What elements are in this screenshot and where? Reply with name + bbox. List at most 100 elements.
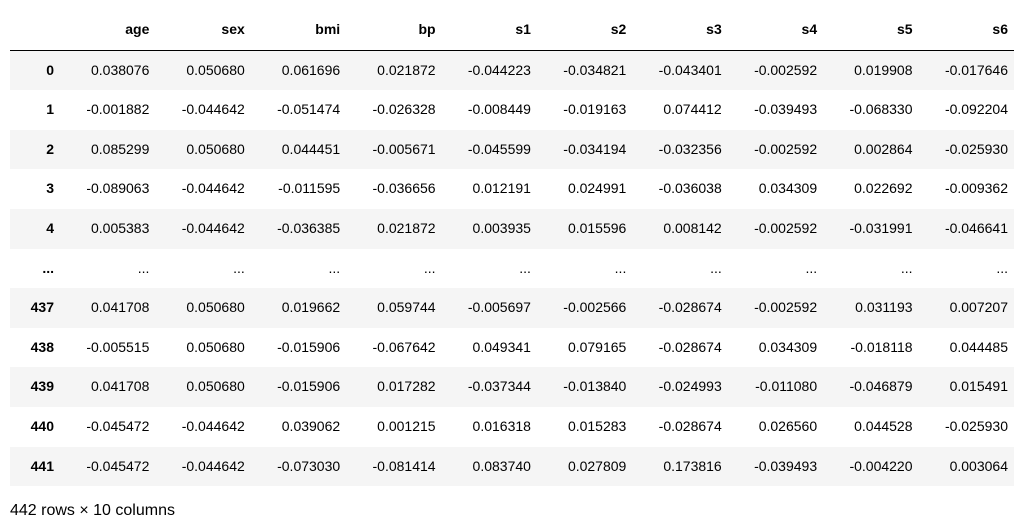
table-row: 437 0.041708 0.050680 0.019662 0.059744 … bbox=[10, 288, 1014, 328]
cell: -0.026328 bbox=[346, 90, 441, 130]
cell: -0.067642 bbox=[346, 328, 441, 368]
shape-summary: 442 rows × 10 columns bbox=[10, 502, 1014, 520]
cell: -0.045599 bbox=[442, 130, 537, 170]
cell: 0.050680 bbox=[155, 50, 250, 90]
table-row: 0 0.038076 0.050680 0.061696 0.021872 -0… bbox=[10, 50, 1014, 90]
cell: -0.037344 bbox=[442, 367, 537, 407]
cell: 0.019908 bbox=[823, 50, 918, 90]
col-header: s1 bbox=[442, 10, 537, 50]
cell: 0.049341 bbox=[442, 328, 537, 368]
cell: 0.085299 bbox=[60, 130, 155, 170]
cell: -0.015906 bbox=[251, 328, 346, 368]
cell: -0.011595 bbox=[251, 169, 346, 209]
cell: -0.036656 bbox=[346, 169, 441, 209]
cell: 0.003064 bbox=[919, 447, 1014, 487]
table-row: 4 0.005383 -0.044642 -0.036385 0.021872 … bbox=[10, 209, 1014, 249]
row-index: 440 bbox=[10, 407, 60, 447]
cell: 0.050680 bbox=[155, 367, 250, 407]
row-index: 0 bbox=[10, 50, 60, 90]
cell: -0.051474 bbox=[251, 90, 346, 130]
table-row: 440 -0.045472 -0.044642 0.039062 0.00121… bbox=[10, 407, 1014, 447]
col-header: sex bbox=[155, 10, 250, 50]
cell: -0.004220 bbox=[823, 447, 918, 487]
cell: 0.044451 bbox=[251, 130, 346, 170]
cell: -0.031991 bbox=[823, 209, 918, 249]
cell: -0.001882 bbox=[60, 90, 155, 130]
cell: 0.074412 bbox=[632, 90, 727, 130]
cell: 0.041708 bbox=[60, 367, 155, 407]
cell: -0.044642 bbox=[155, 407, 250, 447]
cell: -0.034194 bbox=[537, 130, 632, 170]
cell: -0.046879 bbox=[823, 367, 918, 407]
cell: -0.039493 bbox=[728, 90, 823, 130]
cell: 0.024991 bbox=[537, 169, 632, 209]
cell: 0.017282 bbox=[346, 367, 441, 407]
cell: 0.041708 bbox=[60, 288, 155, 328]
cell: -0.005697 bbox=[442, 288, 537, 328]
cell: -0.002592 bbox=[728, 209, 823, 249]
cell: 0.021872 bbox=[346, 50, 441, 90]
cell: ... bbox=[728, 249, 823, 289]
cell: -0.092204 bbox=[919, 90, 1014, 130]
cell: -0.044642 bbox=[155, 169, 250, 209]
cell: 0.005383 bbox=[60, 209, 155, 249]
cell: 0.173816 bbox=[632, 447, 727, 487]
cell: 0.015283 bbox=[537, 407, 632, 447]
cell: -0.019163 bbox=[537, 90, 632, 130]
cell: -0.018118 bbox=[823, 328, 918, 368]
cell: -0.044642 bbox=[155, 447, 250, 487]
cell: -0.008449 bbox=[442, 90, 537, 130]
cell: -0.002592 bbox=[728, 50, 823, 90]
col-header: bp bbox=[346, 10, 441, 50]
cell: -0.046641 bbox=[919, 209, 1014, 249]
cell: -0.028674 bbox=[632, 288, 727, 328]
cell: -0.045472 bbox=[60, 407, 155, 447]
cell: ... bbox=[251, 249, 346, 289]
col-header: s6 bbox=[919, 10, 1014, 50]
cell: 0.001215 bbox=[346, 407, 441, 447]
cell: 0.016318 bbox=[442, 407, 537, 447]
cell: -0.044642 bbox=[155, 209, 250, 249]
cell: 0.015491 bbox=[919, 367, 1014, 407]
row-index: 439 bbox=[10, 367, 60, 407]
cell: -0.013840 bbox=[537, 367, 632, 407]
cell: 0.027809 bbox=[537, 447, 632, 487]
table-row: 441 -0.045472 -0.044642 -0.073030 -0.081… bbox=[10, 447, 1014, 487]
cell: -0.002592 bbox=[728, 288, 823, 328]
table-body: 0 0.038076 0.050680 0.061696 0.021872 -0… bbox=[10, 50, 1014, 486]
header-row: age sex bmi bp s1 s2 s3 s4 s5 s6 bbox=[10, 10, 1014, 50]
cell: -0.034821 bbox=[537, 50, 632, 90]
cell: 0.012191 bbox=[442, 169, 537, 209]
cell: -0.044642 bbox=[155, 90, 250, 130]
cell: -0.028674 bbox=[632, 328, 727, 368]
cell: 0.019662 bbox=[251, 288, 346, 328]
cell: ... bbox=[346, 249, 441, 289]
cell: ... bbox=[155, 249, 250, 289]
cell: ... bbox=[60, 249, 155, 289]
table-row: 3 -0.089063 -0.044642 -0.011595 -0.03665… bbox=[10, 169, 1014, 209]
cell: -0.025930 bbox=[919, 130, 1014, 170]
cell: -0.028674 bbox=[632, 407, 727, 447]
cell: 0.002864 bbox=[823, 130, 918, 170]
ellipsis-row: ... ... ... ... ... ... ... ... ... ... … bbox=[10, 249, 1014, 289]
row-index: 4 bbox=[10, 209, 60, 249]
cell: 0.021872 bbox=[346, 209, 441, 249]
cell: -0.081414 bbox=[346, 447, 441, 487]
cell: 0.044485 bbox=[919, 328, 1014, 368]
cell: 0.050680 bbox=[155, 130, 250, 170]
col-header: age bbox=[60, 10, 155, 50]
col-header: bmi bbox=[251, 10, 346, 50]
col-header: s2 bbox=[537, 10, 632, 50]
cell: -0.073030 bbox=[251, 447, 346, 487]
cell: ... bbox=[442, 249, 537, 289]
cell: 0.034309 bbox=[728, 169, 823, 209]
cell: 0.050680 bbox=[155, 288, 250, 328]
col-header: s5 bbox=[823, 10, 918, 50]
cell: -0.036038 bbox=[632, 169, 727, 209]
cell: -0.045472 bbox=[60, 447, 155, 487]
cell: ... bbox=[537, 249, 632, 289]
cell: -0.009362 bbox=[919, 169, 1014, 209]
row-index: 441 bbox=[10, 447, 60, 487]
table-row: 2 0.085299 0.050680 0.044451 -0.005671 -… bbox=[10, 130, 1014, 170]
row-index: 3 bbox=[10, 169, 60, 209]
